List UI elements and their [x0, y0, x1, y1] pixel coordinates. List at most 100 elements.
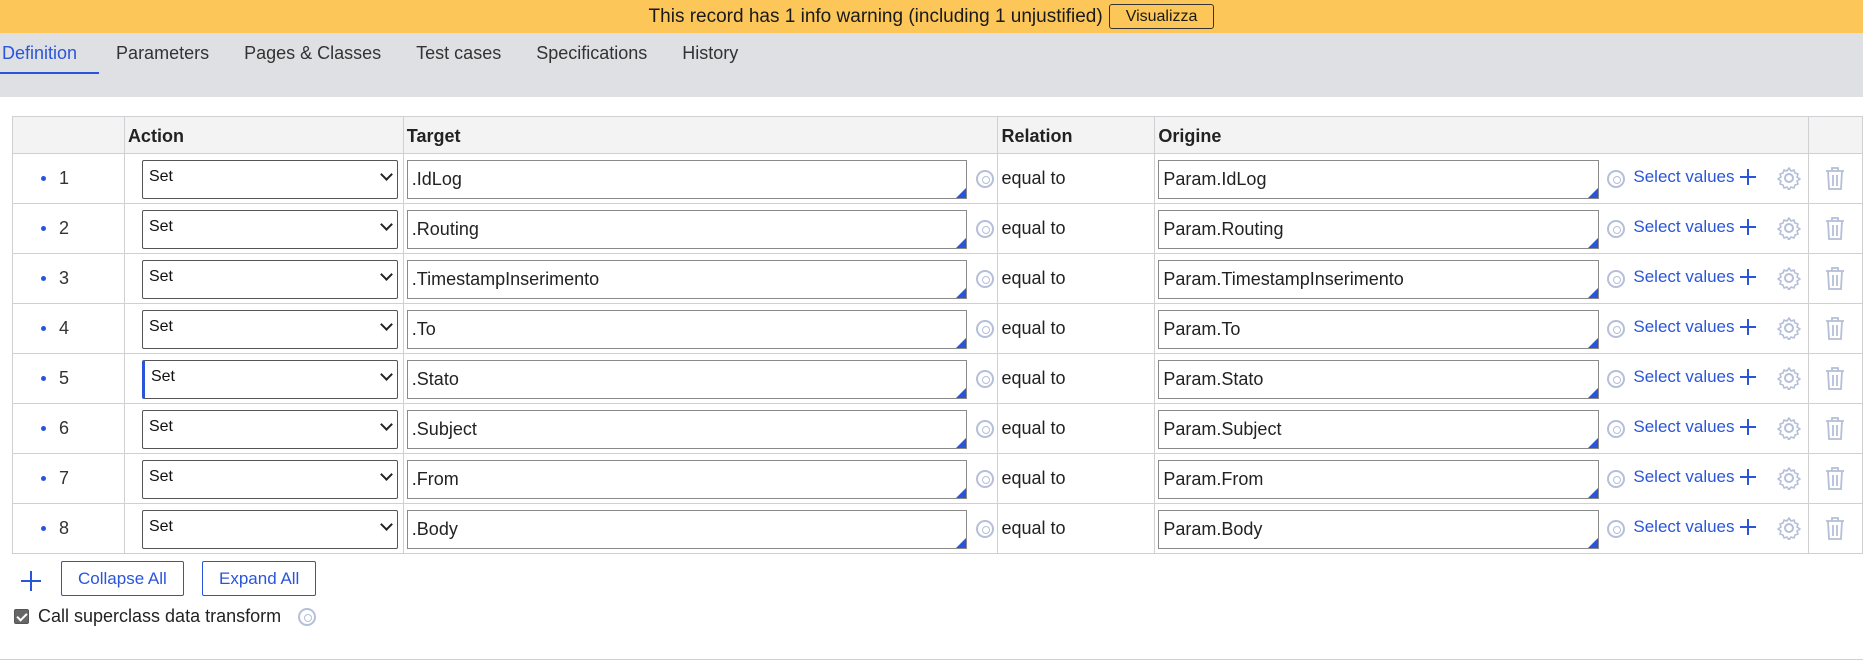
expand-all-button[interactable]: Expand All [202, 561, 317, 596]
visualizza-button[interactable]: Visualizza [1108, 4, 1215, 29]
gear-icon[interactable] [1777, 266, 1802, 291]
origin-input[interactable]: Param.Body [1158, 510, 1600, 549]
tab-specifications[interactable]: Specifications [519, 33, 665, 74]
select-values-link[interactable]: Select values [1633, 417, 1734, 437]
target-icon[interactable] [1607, 470, 1626, 488]
tab-history[interactable]: History [665, 33, 756, 74]
select-values-link[interactable]: Select values [1633, 217, 1734, 237]
target-icon[interactable] [975, 170, 994, 188]
relation-cell: equal to [998, 454, 1156, 503]
gear-icon[interactable] [1777, 366, 1802, 391]
action-value: Set [148, 168, 173, 185]
action-select[interactable]: Set [141, 310, 398, 349]
trash-icon[interactable] [1824, 216, 1846, 241]
add-row-icon[interactable] [20, 570, 42, 592]
tab-test-cases[interactable]: Test cases [399, 33, 519, 74]
action-cell: Set [125, 204, 404, 253]
target-cell: .Subject [404, 404, 999, 453]
row-index: 4 [13, 304, 125, 353]
gear-icon[interactable] [1777, 416, 1802, 441]
bullet-icon [41, 526, 46, 531]
gear-icon[interactable] [1777, 466, 1802, 491]
action-select[interactable]: Set [141, 460, 398, 499]
autocomplete-icon [955, 288, 966, 298]
tab-pages-classes[interactable]: Pages & Classes [227, 33, 399, 74]
origin-cell: Param.IdLog Select values [1155, 154, 1810, 203]
trash-icon[interactable] [1824, 466, 1846, 491]
tab-parameters[interactable]: Parameters [99, 33, 227, 74]
gear-icon[interactable] [1777, 516, 1802, 541]
superclass-checkbox[interactable] [14, 609, 29, 624]
select-values-link[interactable]: Select values [1633, 367, 1734, 387]
select-values-link[interactable]: Select values [1633, 467, 1734, 487]
action-select[interactable]: Set [141, 260, 398, 299]
autocomplete-icon [1588, 438, 1599, 448]
target-input[interactable]: .Stato [406, 360, 967, 399]
origin-input[interactable]: Param.Subject [1158, 410, 1600, 449]
plus-icon[interactable] [1739, 268, 1757, 286]
target-icon[interactable] [975, 320, 994, 338]
trash-icon[interactable] [1824, 416, 1846, 441]
grid-body: 1 Set .IdLog equal to Param.IdLog Select valu… [13, 154, 1863, 554]
table-row: 3 Set .TimestampInserimento equal to Param.T… [13, 254, 1863, 304]
trash-icon[interactable] [1824, 166, 1846, 191]
target-input[interactable]: .TimestampInserimento [406, 260, 967, 299]
gear-icon[interactable] [1777, 316, 1802, 341]
target-icon[interactable] [1607, 370, 1626, 388]
target-icon[interactable] [1607, 320, 1626, 338]
target-icon[interactable] [975, 520, 994, 538]
target-icon[interactable] [298, 607, 317, 626]
row-index: 8 [13, 504, 125, 553]
bullet-icon [41, 426, 46, 431]
target-icon[interactable] [975, 220, 994, 238]
origin-input[interactable]: Param.IdLog [1158, 160, 1600, 199]
plus-icon[interactable] [1739, 218, 1757, 236]
action-select[interactable]: Set [141, 410, 398, 449]
select-values-link[interactable]: Select values [1633, 167, 1734, 187]
bullet-icon [41, 326, 46, 331]
plus-icon[interactable] [1739, 468, 1757, 486]
target-input[interactable]: .To [406, 310, 967, 349]
plus-icon[interactable] [1739, 318, 1757, 336]
plus-icon[interactable] [1739, 368, 1757, 386]
target-input[interactable]: .Routing [406, 210, 967, 249]
trash-icon[interactable] [1824, 366, 1846, 391]
trash-icon[interactable] [1824, 266, 1846, 291]
origin-input[interactable]: Param.From [1158, 460, 1600, 499]
plus-icon[interactable] [1739, 418, 1757, 436]
target-icon[interactable] [975, 470, 994, 488]
gear-icon[interactable] [1777, 216, 1802, 241]
tab-definition[interactable]: Definition [0, 33, 100, 74]
gear-icon[interactable] [1777, 166, 1802, 191]
target-icon[interactable] [1607, 170, 1626, 188]
chevron-down-icon [380, 268, 393, 281]
action-select[interactable]: Set [141, 160, 398, 199]
target-input[interactable]: .Body [406, 510, 967, 549]
action-select[interactable]: Set [141, 510, 398, 549]
target-icon[interactable] [1607, 270, 1626, 288]
select-values-link[interactable]: Select values [1633, 517, 1734, 537]
collapse-all-button[interactable]: Collapse All [61, 561, 184, 596]
target-input[interactable]: .From [406, 460, 967, 499]
target-icon[interactable] [1607, 520, 1626, 538]
select-values-link[interactable]: Select values [1633, 317, 1734, 337]
target-icon[interactable] [975, 370, 994, 388]
action-select[interactable]: Set [141, 210, 398, 249]
target-icon[interactable] [1607, 220, 1626, 238]
trash-icon[interactable] [1824, 516, 1846, 541]
origin-input[interactable]: Param.To [1158, 310, 1600, 349]
origin-input[interactable]: Param.TimestampInserimento [1158, 260, 1600, 299]
action-select[interactable]: Set [141, 360, 398, 399]
target-input[interactable]: .IdLog [406, 160, 967, 199]
target-icon[interactable] [1607, 420, 1626, 438]
target-icon[interactable] [975, 420, 994, 438]
origin-input[interactable]: Param.Stato [1158, 360, 1600, 399]
origin-input[interactable]: Param.Routing [1158, 210, 1600, 249]
target-input[interactable]: .Subject [406, 410, 967, 449]
plus-icon[interactable] [1739, 168, 1757, 186]
trash-icon[interactable] [1824, 316, 1846, 341]
autocomplete-icon [955, 538, 966, 548]
select-values-link[interactable]: Select values [1633, 267, 1734, 287]
plus-icon[interactable] [1739, 518, 1757, 536]
target-icon[interactable] [975, 270, 994, 288]
